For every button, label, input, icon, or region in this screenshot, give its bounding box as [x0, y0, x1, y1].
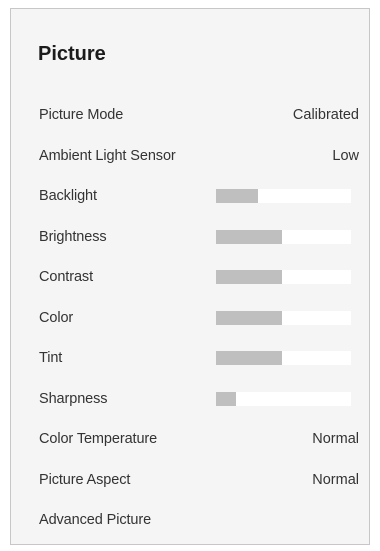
menu-item-value: Low — [332, 147, 359, 164]
menu-item-contrast[interactable]: Contrast — [39, 257, 359, 298]
menu-item-value: Calibrated — [292, 107, 359, 124]
brightness-slider[interactable] — [216, 229, 351, 244]
contrast-slider[interactable] — [216, 270, 351, 285]
menu-item-label: Picture Mode — [39, 107, 124, 124]
menu-item-label: Sharpness — [39, 390, 108, 407]
menu-item-label: Ambient Light Sensor — [39, 147, 176, 164]
slider-fill — [216, 310, 283, 325]
menu-item-label: Color Temperature — [39, 431, 158, 448]
slider-fill — [216, 229, 283, 244]
menu-item-picture-aspect[interactable]: Picture Aspect Normal — [39, 460, 359, 501]
menu-item-label: Color — [39, 309, 74, 326]
menu-item-ambient-light-sensor[interactable]: Ambient Light Sensor Low — [39, 136, 359, 177]
menu-item-label: Tint — [39, 350, 63, 367]
picture-settings-panel: Picture Picture Mode Calibrated Ambient … — [10, 8, 370, 545]
menu-item-label: Contrast — [39, 269, 93, 286]
backlight-slider[interactable] — [216, 189, 351, 204]
tint-slider[interactable] — [216, 351, 351, 366]
menu-item-advanced-picture[interactable]: Advanced Picture — [39, 500, 359, 541]
menu-item-brightness[interactable]: Brightness — [39, 217, 359, 258]
menu-item-color-temperature[interactable]: Color Temperature Normal — [39, 419, 359, 460]
menu-item-label: Backlight — [39, 188, 97, 205]
slider-fill — [216, 391, 237, 406]
color-slider[interactable] — [216, 310, 351, 325]
menu-item-color[interactable]: Color — [39, 298, 359, 339]
slider-fill — [216, 351, 283, 366]
menu-item-picture-mode[interactable]: Picture Mode Calibrated — [39, 95, 359, 136]
menu-item-value: Normal — [312, 431, 359, 448]
sharpness-slider[interactable] — [216, 391, 351, 406]
panel-title: Picture — [38, 43, 106, 65]
menu-item-label: Advanced Picture — [39, 512, 152, 529]
menu-item-sharpness[interactable]: Sharpness — [39, 379, 359, 420]
menu-item-label: Picture Aspect — [39, 471, 131, 488]
slider-fill — [216, 189, 258, 204]
menu-item-label: Brightness — [39, 228, 107, 245]
slider-fill — [216, 270, 283, 285]
menu-item-backlight[interactable]: Backlight — [39, 176, 359, 217]
menu-item-value: Normal — [312, 471, 359, 488]
picture-menu: Picture Mode Calibrated Ambient Light Se… — [39, 95, 359, 541]
menu-item-tint[interactable]: Tint — [39, 338, 359, 379]
